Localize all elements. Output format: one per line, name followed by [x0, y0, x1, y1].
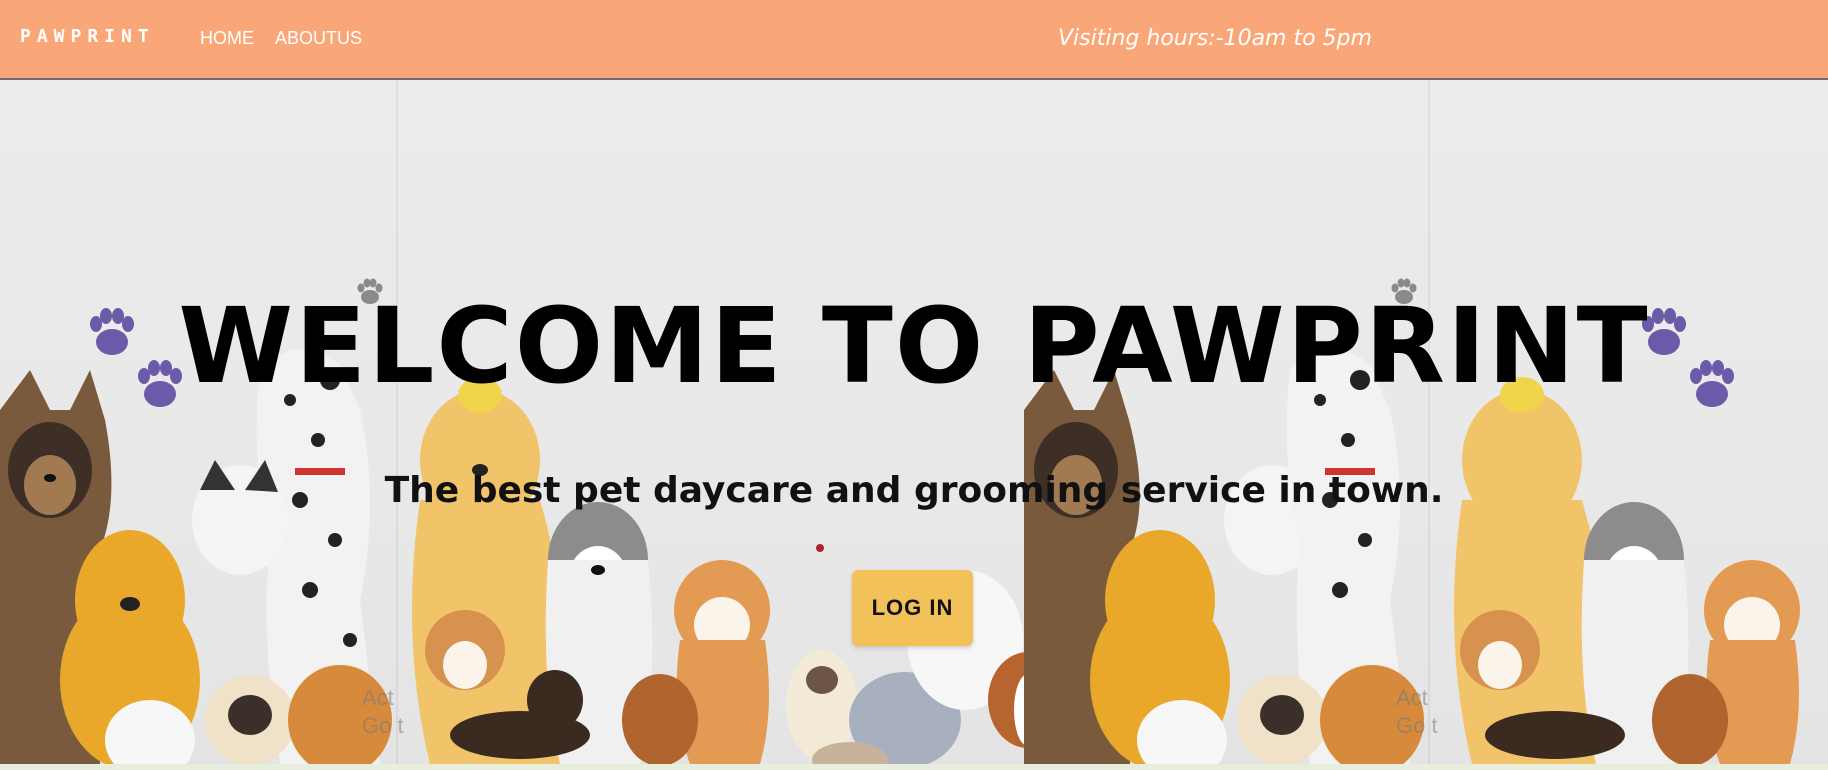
- login-button[interactable]: LOG IN: [852, 570, 973, 646]
- hero-title: WELCOME TO PAWPRINT: [178, 285, 1650, 407]
- brand-logo[interactable]: PAWPRINT: [20, 26, 155, 47]
- visiting-hours-text: Visiting hours:-10am to 5pm: [1058, 26, 1372, 51]
- hero-section: WELCOME TO PAWPRINT The best pet daycare…: [0, 80, 1828, 764]
- page-bottom-edge: [0, 764, 1828, 770]
- nav-link-aboutus[interactable]: ABOUTUS: [275, 28, 362, 49]
- watermark-line: Go t: [1396, 712, 1438, 738]
- activation-watermark: Act Go t: [1396, 684, 1438, 739]
- hero-tagline: The best pet daycare and grooming servic…: [384, 470, 1444, 511]
- watermark-line: Act: [1396, 685, 1428, 710]
- dog-illustration: [0, 348, 392, 764]
- watermark-line: Go t: [362, 712, 404, 738]
- activation-watermark: Act Go t: [362, 684, 404, 739]
- pets-illustration: [0, 278, 1800, 764]
- nav-link-home[interactable]: HOME: [200, 28, 254, 49]
- top-navbar: PAWPRINT HOME ABOUTUS Visiting hours:-10…: [0, 0, 1828, 80]
- watermark-line: Act: [362, 685, 394, 710]
